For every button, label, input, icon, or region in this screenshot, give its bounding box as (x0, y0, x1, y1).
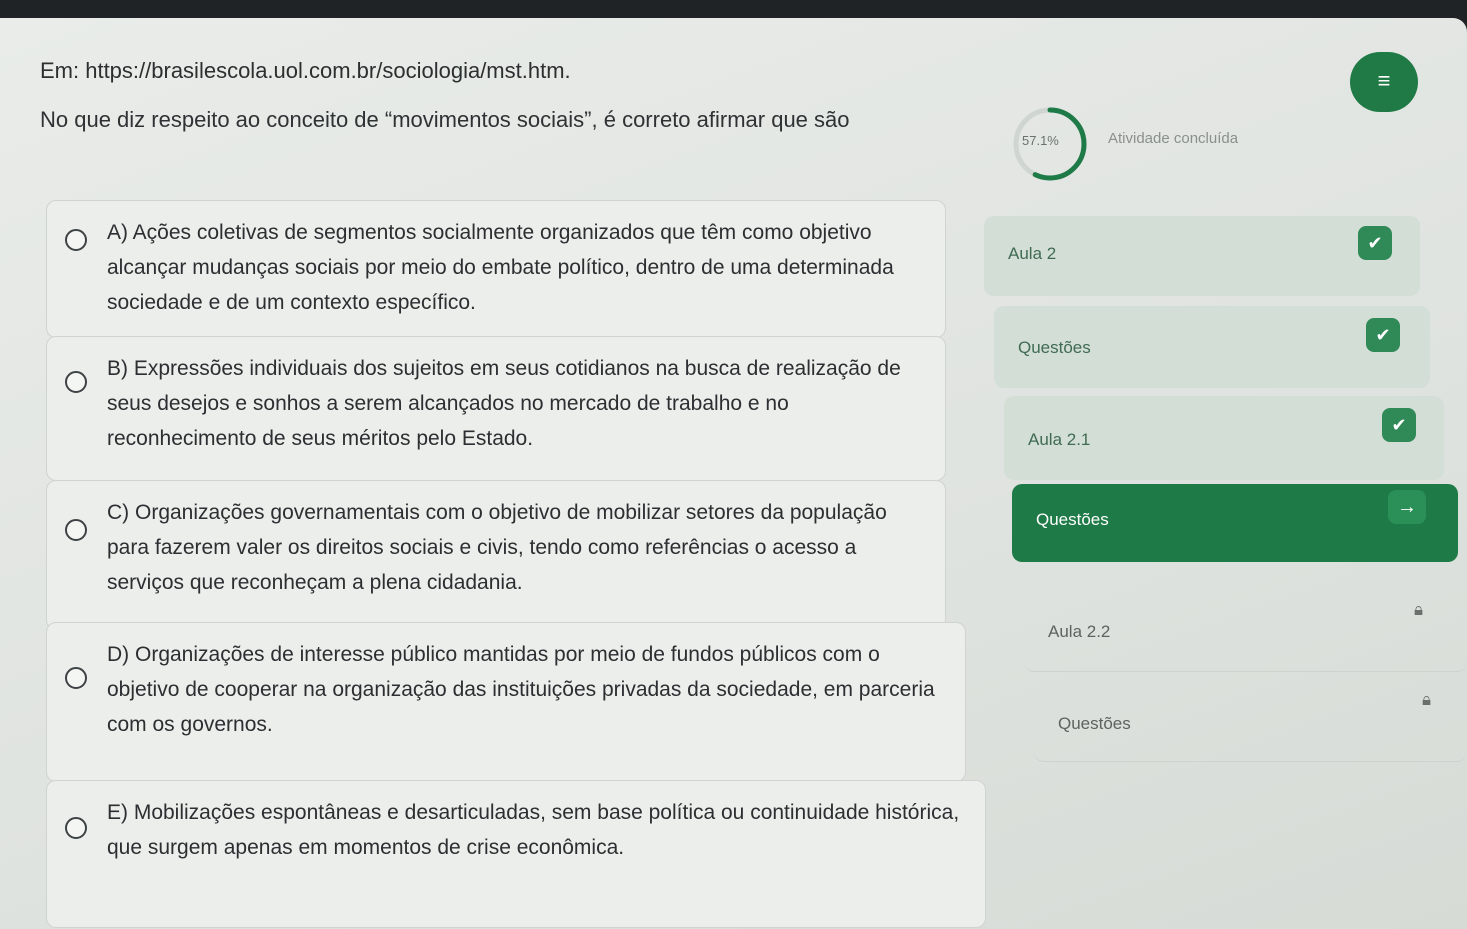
lesson-item-aula-2-2[interactable]: Aula 2.2 🔒︎ (1024, 588, 1467, 672)
activity-status: Atividade concluída (1108, 130, 1239, 147)
radio-icon[interactable] (65, 371, 87, 393)
source-line: Em: https://brasilescola.uol.com.br/soci… (40, 58, 571, 83)
lesson-label: Aula 2.2 (1048, 622, 1111, 641)
option-e[interactable]: E) Mobilizações espontâneas e desarticul… (46, 780, 986, 928)
radio-icon[interactable] (65, 667, 87, 689)
option-c-text: C) Organizações governamentais com o obj… (107, 501, 887, 594)
lesson-label: Questões (1036, 510, 1109, 529)
question-text: No que diz respeito ao conceito de “movi… (40, 107, 850, 132)
screen: Em: https://brasilescola.uol.com.br/soci… (0, 18, 1467, 929)
option-d[interactable]: D) Organizações de interesse público man… (46, 622, 966, 782)
arrow-right-icon: → (1388, 490, 1426, 524)
menu-icon: ≡ (1377, 68, 1391, 93)
lesson-label: Aula 2.1 (1028, 430, 1091, 449)
lesson-label: Questões (1018, 338, 1091, 357)
option-e-text: E) Mobilizações espontâneas e desarticul… (107, 801, 960, 859)
option-a-text: A) Ações coletivas de segmentos socialme… (107, 221, 894, 314)
lesson-item-questoes-2-active[interactable]: Questões → (1012, 484, 1458, 562)
option-d-text: D) Organizações de interesse público man… (107, 643, 935, 736)
radio-icon[interactable] (65, 817, 87, 839)
lesson-label: Aula 2 (1008, 244, 1057, 263)
radio-icon[interactable] (65, 519, 87, 541)
lesson-item-questoes-3[interactable]: Questões 🔒︎ (1034, 678, 1467, 762)
option-a[interactable]: A) Ações coletivas de segmentos socialme… (46, 200, 946, 338)
option-b[interactable]: B) Expressões individuais dos sujeitos e… (46, 336, 946, 481)
check-icon: ✔ (1382, 408, 1416, 442)
lesson-item-aula-2[interactable]: Aula 2 ✔ (984, 216, 1420, 296)
lock-icon: 🔒︎ (1422, 690, 1432, 709)
check-icon: ✔ (1366, 318, 1400, 352)
menu-button[interactable]: ≡ (1350, 52, 1418, 112)
lesson-item-aula-2-1[interactable]: Aula 2.1 ✔ (1004, 396, 1444, 480)
check-icon: ✔ (1358, 226, 1392, 260)
lesson-label: Questões (1058, 714, 1131, 733)
lock-icon: 🔒︎ (1414, 600, 1424, 619)
option-c[interactable]: C) Organizações governamentais com o obj… (46, 480, 946, 630)
radio-icon[interactable] (65, 229, 87, 251)
progress-percent: 57.1% (1022, 133, 1059, 148)
lesson-item-questoes-1[interactable]: Questões ✔ (994, 306, 1430, 388)
option-b-text: B) Expressões individuais dos sujeitos e… (107, 357, 901, 450)
